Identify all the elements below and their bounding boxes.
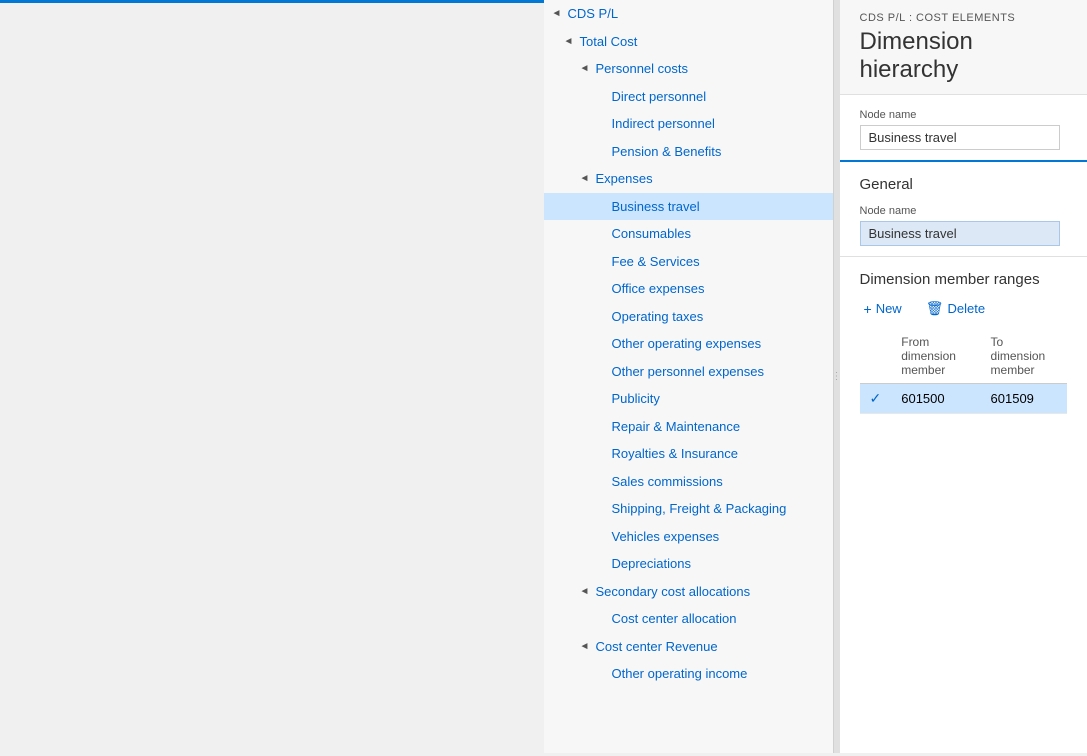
tree-item-sales-commissions[interactable]: Sales commissions xyxy=(544,468,833,496)
plus-icon: + xyxy=(864,301,872,317)
tree-label-office-expenses: Office expenses xyxy=(612,279,705,299)
right-header: CDS P/L : COST ELEMENTS Dimension hierar… xyxy=(840,0,1087,95)
tree-item-total-cost[interactable]: ◄ Total Cost xyxy=(544,28,833,56)
tree-item-business-travel[interactable]: Business travel xyxy=(544,193,833,221)
tree-label-pension-benefits: Pension & Benefits xyxy=(612,142,722,162)
tree-item-other-personnel-expenses[interactable]: Other personnel expenses xyxy=(544,358,833,386)
tree-label-total-cost: Total Cost xyxy=(580,32,638,52)
tree-toggle-total-cost: ◄ xyxy=(564,34,576,49)
tree-label-cds-pl: CDS P/L xyxy=(568,4,619,24)
tree-item-fee-services[interactable]: Fee & Services xyxy=(544,248,833,276)
tree-container: ◄ CDS P/L ◄ Total Cost ◄ Personnel costs Direc… xyxy=(544,0,833,688)
table-header-row: From dimension member To dimension membe… xyxy=(860,329,1068,384)
tree-label-depreciations: Depreciations xyxy=(612,554,692,574)
row-to-0: 601509 xyxy=(981,384,1067,414)
tree-toggle-cost-center-revenue: ◄ xyxy=(580,639,592,654)
table-row[interactable]: ✓ 601500601509 xyxy=(860,384,1068,414)
general-section-title: General xyxy=(860,176,1068,193)
tree-label-personnel-costs: Personnel costs xyxy=(596,59,689,79)
right-panel: CDS P/L : COST ELEMENTS Dimension hierar… xyxy=(840,0,1087,753)
col-check xyxy=(860,329,892,384)
dimension-ranges-title: Dimension member ranges xyxy=(860,271,1068,288)
delete-icon: 🗑 xyxy=(926,300,944,317)
tree-label-other-operating-expenses: Other operating expenses xyxy=(612,334,762,354)
delete-button[interactable]: 🗑 Delete xyxy=(922,298,989,319)
dimension-ranges-table: From dimension member To dimension membe… xyxy=(860,329,1068,414)
tree-item-other-operating-expenses[interactable]: Other operating expenses xyxy=(544,330,833,358)
tree-item-indirect-personnel[interactable]: Indirect personnel xyxy=(544,110,833,138)
tree-label-publicity: Publicity xyxy=(612,389,660,409)
node-name-top-label: Node name xyxy=(860,109,1068,121)
tree-toggle-cds-pl: ◄ xyxy=(552,6,564,21)
general-section: General Node name xyxy=(840,162,1087,257)
delete-label: Delete xyxy=(947,301,985,316)
tree-item-operating-taxes[interactable]: Operating taxes xyxy=(544,303,833,331)
tree-item-consumables[interactable]: Consumables xyxy=(544,220,833,248)
tree-item-publicity[interactable]: Publicity xyxy=(544,385,833,413)
dimension-ranges-section: Dimension member ranges + New 🗑 Delete F… xyxy=(840,257,1087,424)
tree-item-personnel-costs[interactable]: ◄ Personnel costs xyxy=(544,55,833,83)
tree-item-repair-maintenance[interactable]: Repair & Maintenance xyxy=(544,413,833,441)
tree-item-vehicles-expenses[interactable]: Vehicles expenses xyxy=(544,523,833,551)
tree-label-cost-center-allocation: Cost center allocation xyxy=(612,609,737,629)
row-from-0: 601500 xyxy=(891,384,980,414)
ranges-toolbar: + New 🗑 Delete xyxy=(860,298,1068,319)
checkmark-icon: ✓ xyxy=(870,390,882,406)
general-node-name-label: Node name xyxy=(860,205,1068,217)
tree-item-secondary-cost[interactable]: ◄ Secondary cost allocations xyxy=(544,578,833,606)
row-check-0: ✓ xyxy=(860,384,892,414)
tree-item-office-expenses[interactable]: Office expenses xyxy=(544,275,833,303)
tree-label-direct-personnel: Direct personnel xyxy=(612,87,707,107)
tree-item-direct-personnel[interactable]: Direct personnel xyxy=(544,83,833,111)
tree-item-depreciations[interactable]: Depreciations xyxy=(544,550,833,578)
tree-toggle-secondary-cost: ◄ xyxy=(580,584,592,599)
node-name-top-input[interactable] xyxy=(860,125,1060,150)
breadcrumb: CDS P/L : COST ELEMENTS xyxy=(860,12,1068,24)
ranges-table-body: ✓ 601500601509 xyxy=(860,384,1068,414)
tree-label-operating-taxes: Operating taxes xyxy=(612,307,704,327)
tree-toggle-expenses: ◄ xyxy=(580,171,592,186)
tree-label-other-operating-income: Other operating income xyxy=(612,664,748,684)
col-from: From dimension member xyxy=(891,329,980,384)
tree-label-royalties-insurance: Royalties & Insurance xyxy=(612,444,738,464)
left-panel: ◄ CDS P/L ◄ Total Cost ◄ Personnel costs Direc… xyxy=(544,0,834,753)
tree-label-secondary-cost: Secondary cost allocations xyxy=(596,582,751,602)
tree-label-fee-services: Fee & Services xyxy=(612,252,700,272)
tree-item-expenses[interactable]: ◄ Expenses xyxy=(544,165,833,193)
tree-item-cost-center-allocation[interactable]: Cost center allocation xyxy=(544,605,833,633)
tree-label-shipping-freight: Shipping, Freight & Packaging xyxy=(612,499,787,519)
tree-item-cost-center-revenue[interactable]: ◄ Cost center Revenue xyxy=(544,633,833,661)
tree-label-cost-center-revenue: Cost center Revenue xyxy=(596,637,718,657)
tree-label-repair-maintenance: Repair & Maintenance xyxy=(612,417,741,437)
tree-label-sales-commissions: Sales commissions xyxy=(612,472,723,492)
tree-item-pension-benefits[interactable]: Pension & Benefits xyxy=(544,138,833,166)
tree-item-cds-pl[interactable]: ◄ CDS P/L xyxy=(544,0,833,28)
tree-label-consumables: Consumables xyxy=(612,224,692,244)
tree-label-other-personnel-expenses: Other personnel expenses xyxy=(612,362,764,382)
new-label: New xyxy=(876,301,902,316)
col-to: To dimension member xyxy=(981,329,1067,384)
tree-label-vehicles-expenses: Vehicles expenses xyxy=(612,527,720,547)
page-title: Dimension hierarchy xyxy=(860,28,1068,84)
node-name-top-section: Node name xyxy=(840,95,1087,162)
tree-item-shipping-freight[interactable]: Shipping, Freight & Packaging xyxy=(544,495,833,523)
tree-label-indirect-personnel: Indirect personnel xyxy=(612,114,715,134)
tree-toggle-personnel-costs: ◄ xyxy=(580,61,592,76)
tree-item-other-operating-income[interactable]: Other operating income xyxy=(544,660,833,688)
tree-item-royalties-insurance[interactable]: Royalties & Insurance xyxy=(544,440,833,468)
general-node-name-input[interactable] xyxy=(860,221,1060,246)
top-border xyxy=(0,0,544,3)
tree-label-business-travel: Business travel xyxy=(612,197,700,217)
new-button[interactable]: + New xyxy=(860,299,906,319)
tree-label-expenses: Expenses xyxy=(596,169,653,189)
